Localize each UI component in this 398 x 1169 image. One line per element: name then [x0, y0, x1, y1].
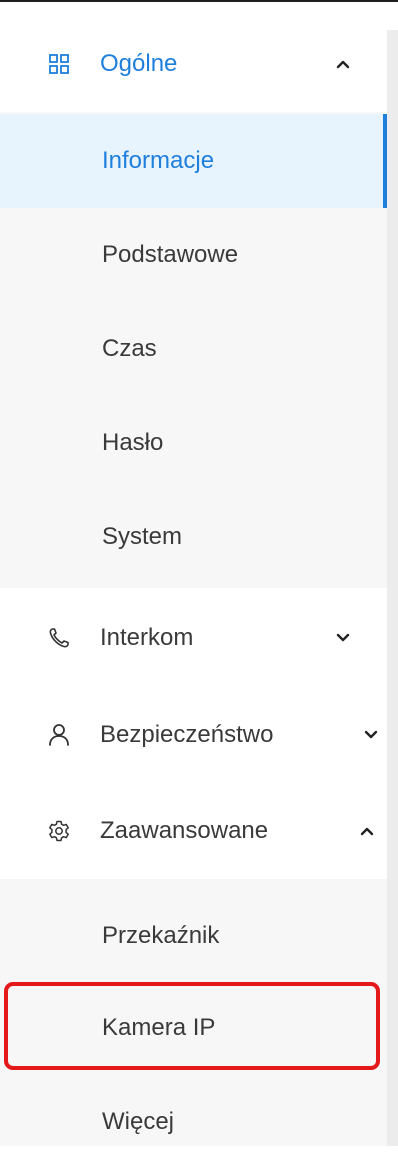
user-icon [48, 724, 70, 746]
sidebar-item-system[interactable]: System [0, 490, 387, 584]
chevron-down-icon[interactable] [336, 631, 350, 645]
gear-icon [48, 820, 70, 842]
sidebar-group-interkom[interactable]: Interkom [0, 590, 387, 686]
sidebar-item-czas[interactable]: Czas [0, 302, 387, 396]
chevron-down-icon[interactable] [364, 728, 378, 742]
sidebar-group-label: Ogólne [100, 50, 178, 77]
sidebar-group-label: Interkom [100, 624, 194, 651]
settings-sidebar: Ogólne Informacje Podstawowe Czas Hasło … [0, 0, 387, 1146]
sidebar-item-podstawowe[interactable]: Podstawowe [0, 208, 387, 302]
submenu-zaawansowane: Przekaźnik Kamera IP Więcej [0, 879, 387, 1146]
sidebar-item-haslo[interactable]: Hasło [0, 396, 387, 490]
sidebar-item-label: Hasło [102, 429, 164, 456]
chevron-up-icon[interactable] [360, 824, 374, 838]
sidebar-item-kamera-ip[interactable]: Kamera IP [0, 981, 387, 1075]
sidebar-group-bezpieczenstwo[interactable]: Bezpieczeństwo [0, 687, 387, 783]
submenu-ogolne: Informacje Podstawowe Czas Hasło System [0, 112, 387, 588]
sidebar-group-zaawansowane[interactable]: Zaawansowane [0, 783, 387, 879]
sidebar-item-wiecej[interactable]: Więcej [0, 1075, 387, 1169]
sidebar-item-label: Informacje [102, 147, 215, 174]
sidebar-item-label: System [102, 523, 183, 550]
sidebar-item-label: Kamera IP [102, 1014, 216, 1041]
sidebar-item-label: Więcej [102, 1108, 175, 1135]
sidebar-group-ogolne[interactable]: Ogólne [0, 16, 387, 112]
sidebar-group-label: Zaawansowane [100, 817, 269, 844]
chevron-up-icon[interactable] [336, 57, 350, 71]
sidebar-group-label: Bezpieczeństwo [100, 721, 274, 748]
sidebar-item-label: Czas [102, 335, 157, 362]
sidebar-item-label: Przekaźnik [102, 922, 220, 949]
sidebar-item-informacje[interactable]: Informacje [0, 114, 387, 208]
phone-icon [48, 627, 70, 649]
sidebar-item-przekaznik[interactable]: Przekaźnik [0, 889, 387, 983]
scrollbar-track[interactable] [387, 30, 398, 1146]
sidebar-item-label: Podstawowe [102, 241, 239, 268]
grid-icon [48, 53, 70, 75]
